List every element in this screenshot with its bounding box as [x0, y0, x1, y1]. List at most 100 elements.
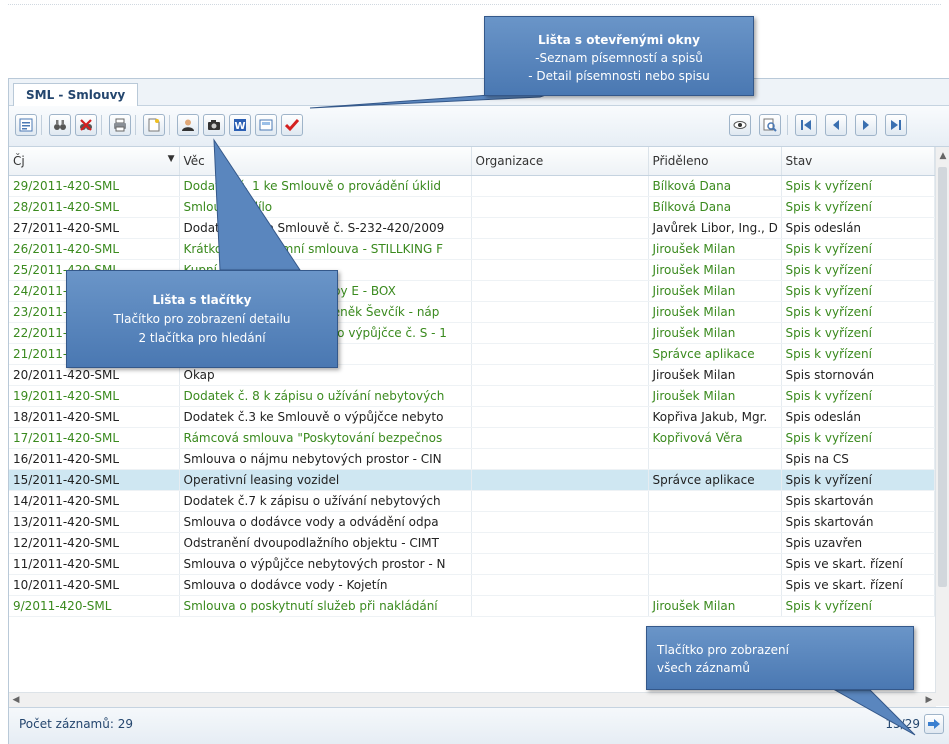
export-button[interactable]	[255, 114, 277, 136]
show-all-callout: Tlačítko pro zobrazení všech záznamů	[646, 626, 914, 690]
callout-line: 2 tlačítka pro hledání	[138, 331, 266, 345]
callout-line: Tlačítko pro zobrazení	[657, 643, 789, 657]
table-cell	[471, 259, 649, 281]
table-row[interactable]: 28/2011-420-SML Smlouva o dílo Bílková Dan…	[9, 196, 935, 218]
table-cell: Správce aplikace	[648, 469, 782, 491]
horizontal-scrollbar[interactable]: ◀ ▶	[9, 692, 936, 707]
table-row[interactable]: 11/2011-420-SML Smlouva o výpůjčce nebyto…	[9, 553, 935, 575]
vertical-scroll-thumb[interactable]	[938, 167, 947, 587]
table-row[interactable]: 10/2011-420-SML Smlouva o dodávce vody - …	[9, 574, 935, 596]
table-row[interactable]: 16/2011-420-SML Smlouva o nájmu nebytovýc…	[9, 448, 935, 470]
view-button[interactable]	[729, 114, 751, 136]
column-header-vec[interactable]: Věc	[179, 147, 472, 176]
open-windows-bar: SML - Smlouvy	[9, 79, 949, 106]
column-header-prideleno[interactable]: Přiděleno	[648, 147, 782, 176]
table-cell: Spis uzavřen	[781, 532, 935, 554]
table-cell	[471, 238, 649, 260]
column-header-organizace[interactable]: Organizace	[471, 147, 649, 176]
table-cell	[471, 553, 649, 575]
table-cell: Dodatek č. 1 ke Smlouvě o provádění úkli…	[179, 175, 472, 197]
table-row[interactable]: 14/2011-420-SML Dodatek č.7 k zápisu o už…	[9, 490, 935, 512]
tab-sml-smlouvy[interactable]: SML - Smlouvy	[13, 83, 139, 106]
table-cell	[648, 574, 782, 596]
first-icon	[801, 120, 811, 130]
table-cell: Dodatek č.7 k zápisu o užívání nebytovýc…	[179, 490, 472, 512]
toolbar-separator	[169, 115, 170, 135]
confirm-button[interactable]	[281, 114, 303, 136]
prev-record-button[interactable]	[825, 114, 847, 136]
word-export-button[interactable]: W	[229, 114, 251, 136]
table-cell: Dodatek č.3 ke Smlouvě o výpůjčce nebyto	[179, 406, 472, 428]
search-button[interactable]	[49, 114, 71, 136]
table-cell: Spis k vyřízení	[781, 385, 935, 407]
table-cell: Spis k vyřízení	[781, 301, 935, 323]
table-cell: Smlouva o dodávce vody a odvádění odpa	[179, 511, 472, 533]
last-icon	[891, 120, 901, 130]
column-header-cj[interactable]: Čj ▼	[9, 147, 180, 176]
eye-icon	[733, 121, 747, 129]
table-row[interactable]: 29/2011-420-SML Dodatek č. 1 ke Smlouvě o…	[9, 175, 935, 197]
table-cell: Spis na CS	[781, 448, 935, 470]
sort-down-icon[interactable]: ▼	[168, 154, 175, 164]
table-cell	[471, 385, 649, 407]
column-header-stav[interactable]: Stav	[781, 147, 935, 176]
vertical-scrollbar[interactable]: ▲	[935, 147, 949, 706]
table-cell: Krátkodobá nájemní smlouva - STILLKING F	[179, 238, 472, 260]
next-record-button[interactable]	[855, 114, 877, 136]
table-cell: Smlouva o výpůjčce nebytových prostor - …	[179, 553, 472, 575]
table-cell: Bílková Dana	[648, 196, 782, 218]
table-cell	[648, 490, 782, 512]
table-cell: 17/2011-420-SML	[9, 427, 180, 449]
table-cell: 26/2011-420-SML	[9, 238, 180, 260]
table-cell: Kopřivová Věra	[648, 427, 782, 449]
clear-search-button[interactable]	[75, 114, 97, 136]
table-cell	[471, 490, 649, 512]
show-all-records-button[interactable]	[924, 714, 944, 734]
print-button[interactable]	[109, 114, 131, 136]
table-row[interactable]: 27/2011-420-SML Dodatek č.2 ke Smlouvě č.…	[9, 217, 935, 239]
callout-title: Lišta s otevřenými okny	[538, 33, 700, 47]
callout-line: Tlačítko pro zobrazení detailu	[113, 312, 291, 326]
scroll-up-icon[interactable]: ▲	[936, 149, 949, 163]
last-record-button[interactable]	[885, 114, 907, 136]
table-row[interactable]: 19/2011-420-SML Dodatek č. 8 k zápisu o u…	[9, 385, 935, 407]
table-cell: Spis k vyřízení	[781, 175, 935, 197]
zoom-button[interactable]	[759, 114, 781, 136]
user-button[interactable]	[177, 114, 199, 136]
table-row[interactable]: 9/2011-420-SML Smlouva o poskytnutí služe…	[9, 595, 935, 617]
table-row[interactable]: 18/2011-420-SML Dodatek č.3 ke Smlouvě o …	[9, 406, 935, 428]
table-cell: Jiroušek Milan	[648, 595, 782, 617]
next-icon	[863, 120, 869, 130]
table-cell	[471, 574, 649, 596]
table-row[interactable]: 15/2011-420-SML Operativní leasing vozide…	[9, 469, 935, 491]
table-row[interactable]: 12/2011-420-SML Odstranění dvoupodlažního…	[9, 532, 935, 554]
table-cell: Spis skartován	[781, 490, 935, 512]
status-bar: Počet záznamů: 29 15/29	[9, 707, 949, 744]
table-cell: Spis k vyřízení	[781, 322, 935, 344]
records-body: 29/2011-420-SML Dodatek č. 1 ke Smlouvě o…	[9, 175, 935, 617]
table-cell	[471, 448, 649, 470]
first-record-button[interactable]	[795, 114, 817, 136]
table-cell: Spis odeslán	[781, 217, 935, 239]
scroll-left-icon[interactable]: ◀	[9, 693, 23, 707]
scroll-right-icon[interactable]: ▶	[922, 693, 936, 707]
table-row[interactable]: 13/2011-420-SML Smlouva o dodávce vody a …	[9, 511, 935, 533]
table-cell: Spis k vyřízení	[781, 343, 935, 365]
table-cell	[471, 343, 649, 365]
table-cell	[471, 511, 649, 533]
table-cell	[471, 196, 649, 218]
new-document-button[interactable]	[143, 114, 165, 136]
table-cell: 15/2011-420-SML	[9, 469, 180, 491]
table-row[interactable]: 26/2011-420-SML Krátkodobá nájemní smlouv…	[9, 238, 935, 260]
table-cell: Odstranění dvoupodlažního objektu - CIMT	[179, 532, 472, 554]
detail-button[interactable]	[15, 114, 37, 136]
toolbar-separator	[135, 115, 136, 135]
table-cell: 11/2011-420-SML	[9, 553, 180, 575]
camera-button[interactable]	[203, 114, 225, 136]
user-icon	[182, 119, 194, 131]
table-cell: Smlouva o dodávce vody - Kojetín	[179, 574, 472, 596]
table-cell: Spis k vyřízení	[781, 280, 935, 302]
table-cell: 16/2011-420-SML	[9, 448, 180, 470]
table-row[interactable]: 17/2011-420-SML Rámcová smlouva "Poskytov…	[9, 427, 935, 449]
table-cell: Rámcová smlouva "Poskytování bezpečnos	[179, 427, 472, 449]
